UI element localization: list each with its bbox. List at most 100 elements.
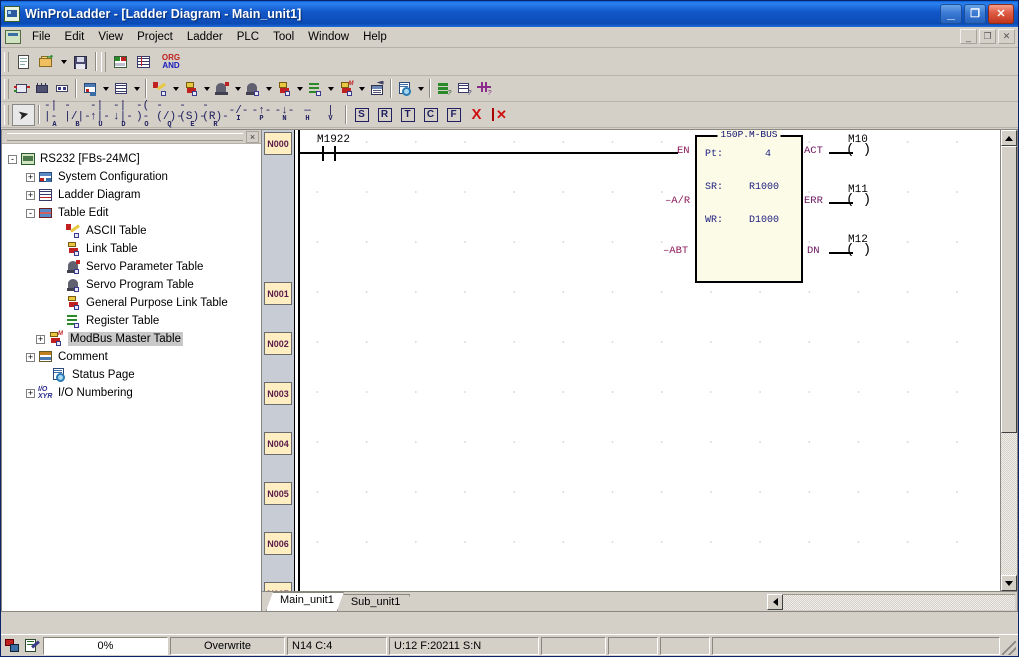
function-block-modbus-master[interactable]: 150P.M-BUS Pt: 4 SR: R1000 WR: D1000 bbox=[695, 130, 803, 283]
function-c-button[interactable]: C bbox=[419, 104, 442, 126]
status-page-button[interactable] bbox=[395, 79, 415, 99]
expander-ladder-diagram[interactable]: + bbox=[26, 190, 35, 200]
general-link-button[interactable] bbox=[274, 79, 294, 99]
register-table-button[interactable] bbox=[305, 79, 325, 99]
tab-main-unit1[interactable]: Main_unit1 bbox=[266, 592, 344, 611]
ladder-canvas[interactable]: M1922 EN –A/R –ABT 150P.M-BUS Pt: 4 SR: … bbox=[295, 130, 1000, 591]
scroll-down-button[interactable] bbox=[1001, 575, 1017, 591]
menu-help[interactable]: Help bbox=[356, 29, 394, 45]
vertical-scroll-thumb[interactable] bbox=[1001, 146, 1017, 433]
org-and-button[interactable]: ORG AND bbox=[155, 51, 187, 73]
tree-item-register-table[interactable]: Register Table bbox=[8, 312, 261, 330]
delete-row-button[interactable]: ✕ bbox=[488, 104, 511, 126]
coil-m11[interactable]: ( ) bbox=[846, 192, 871, 208]
tree-item-io-numbering[interactable]: + I/O XYR I/O Numbering bbox=[8, 384, 261, 402]
menu-plc[interactable]: PLC bbox=[230, 29, 266, 45]
project-info-button[interactable] bbox=[109, 51, 132, 73]
invert-line-button[interactable]: -/- I bbox=[227, 104, 250, 126]
ladder-toolbar-grip[interactable] bbox=[4, 104, 9, 125]
tree-item-table-edit[interactable]: - Table Edit bbox=[8, 204, 261, 222]
servo-program-dropdown-icon[interactable] bbox=[263, 78, 274, 100]
tree-panel-grip[interactable] bbox=[7, 132, 243, 141]
servo-parameter-button[interactable] bbox=[212, 79, 232, 99]
ladder-diagram-button[interactable] bbox=[111, 79, 131, 99]
overwrite-mode-panel[interactable]: Overwrite bbox=[170, 636, 285, 655]
menu-view[interactable]: View bbox=[91, 29, 130, 45]
vertical-scrollbar[interactable] bbox=[1000, 130, 1017, 591]
general-link-dropdown-icon[interactable] bbox=[294, 78, 305, 100]
rung-mark-n006[interactable]: N006 bbox=[264, 532, 292, 555]
system-config-button[interactable] bbox=[80, 79, 100, 99]
tree-item-servo-parameter-table[interactable]: Servo Parameter Table bbox=[8, 258, 261, 276]
link-table-dropdown-icon[interactable] bbox=[201, 78, 212, 100]
table-edit-button[interactable] bbox=[367, 79, 387, 99]
pulse-down-button[interactable]: -↓- N bbox=[273, 104, 296, 126]
function-s-button[interactable]: S bbox=[350, 104, 373, 126]
rung-mark-n002[interactable]: N002 bbox=[264, 332, 292, 355]
save-button[interactable] bbox=[69, 51, 92, 73]
menu-tool[interactable]: Tool bbox=[266, 29, 301, 45]
menu-window[interactable]: Window bbox=[301, 29, 356, 45]
modbus-master-button[interactable]: M bbox=[336, 79, 356, 99]
tree-item-servo-program-table[interactable]: Servo Program Table bbox=[8, 276, 261, 294]
tree-item-ladder-diagram[interactable]: + Ladder Diagram bbox=[8, 186, 261, 204]
coil-m12[interactable]: ( ) bbox=[846, 242, 871, 258]
coil-set-button[interactable]: -(S)- E bbox=[179, 100, 205, 128]
rung-mark-n004[interactable]: N004 bbox=[264, 432, 292, 455]
tree-item-comment[interactable]: + Comment bbox=[8, 348, 261, 366]
tree-panel-header[interactable]: × bbox=[2, 130, 261, 144]
scroll-left-button[interactable] bbox=[767, 594, 783, 610]
tables-toolbar-grip[interactable] bbox=[4, 78, 9, 99]
minimize-button[interactable]: _ bbox=[940, 4, 962, 24]
contact-find-button[interactable]: ? bbox=[474, 79, 494, 99]
rung-mark-n005[interactable]: N005 bbox=[264, 482, 292, 505]
menu-ladder[interactable]: Ladder bbox=[180, 29, 230, 45]
toolbar-grip-2[interactable] bbox=[101, 51, 106, 72]
io-numbering-button[interactable]: ? bbox=[454, 79, 474, 99]
mdi-minimize-button[interactable]: _ bbox=[960, 29, 977, 44]
mdi-close-button[interactable]: ✕ bbox=[998, 29, 1015, 44]
scroll-up-button[interactable] bbox=[1001, 130, 1017, 146]
open-file-button[interactable] bbox=[35, 51, 58, 73]
io-config-button[interactable] bbox=[12, 79, 32, 99]
coil-reset-button[interactable]: -(R)- R bbox=[202, 100, 228, 128]
rung-mark-n007[interactable]: N007 bbox=[264, 582, 292, 591]
horizontal-scrollbar[interactable] bbox=[767, 594, 1015, 610]
ladder-diagram-dropdown-icon[interactable] bbox=[131, 78, 142, 100]
new-file-button[interactable] bbox=[12, 51, 35, 73]
tree-item-ascii-table[interactable]: ASCII Table bbox=[8, 222, 261, 240]
close-button[interactable]: ✕ bbox=[988, 4, 1014, 24]
function-t-button[interactable]: T bbox=[396, 104, 419, 126]
servo-parameter-dropdown-icon[interactable] bbox=[232, 78, 243, 100]
ascii-table-dropdown-icon[interactable] bbox=[170, 78, 181, 100]
menu-project[interactable]: Project bbox=[130, 29, 180, 45]
register-table-dropdown-icon[interactable] bbox=[325, 78, 336, 100]
contact-a-button[interactable]: -| |- A bbox=[43, 100, 66, 128]
rung-mark-n003[interactable]: N003 bbox=[264, 382, 292, 405]
ascii-table-button[interactable] bbox=[150, 79, 170, 99]
tree-item-general-purpose-link-table[interactable]: General Purpose Link Table bbox=[8, 294, 261, 312]
pulse-up-button[interactable]: -↑- P bbox=[250, 104, 273, 126]
open-file-dropdown-icon[interactable] bbox=[58, 51, 69, 73]
maximize-button[interactable]: ❐ bbox=[964, 4, 986, 24]
contact-up-button[interactable]: -|↑|- U bbox=[89, 100, 112, 128]
expander-system-configuration[interactable]: + bbox=[26, 172, 35, 182]
mdi-restore-button[interactable]: ❐ bbox=[979, 29, 996, 44]
expander-modbus-master-table[interactable]: + bbox=[36, 334, 45, 344]
menu-edit[interactable]: Edit bbox=[58, 29, 92, 45]
expander-rs232[interactable]: - bbox=[8, 154, 17, 164]
status-page-dropdown-icon[interactable] bbox=[415, 78, 426, 100]
coil-m10[interactable]: ( ) bbox=[846, 142, 871, 158]
contact-down-button[interactable]: -|↓|- D bbox=[112, 100, 135, 128]
coil-inverse-button[interactable]: -(/)- Q bbox=[156, 100, 182, 128]
tree-item-status-page[interactable]: Status Page bbox=[8, 366, 261, 384]
expander-io-numbering[interactable]: + bbox=[26, 388, 35, 398]
comment-list-button[interactable]: ? bbox=[434, 79, 454, 99]
function-f-button[interactable]: F bbox=[442, 104, 465, 126]
resize-grip[interactable] bbox=[1002, 641, 1016, 655]
menu-file[interactable]: File bbox=[25, 29, 58, 45]
edit-mode-icon[interactable] bbox=[23, 637, 41, 655]
contact-b-button[interactable]: -|/|- B bbox=[64, 100, 90, 128]
tree-panel-close-button[interactable]: × bbox=[246, 130, 259, 143]
tree-item-link-table[interactable]: Link Table bbox=[8, 240, 261, 258]
